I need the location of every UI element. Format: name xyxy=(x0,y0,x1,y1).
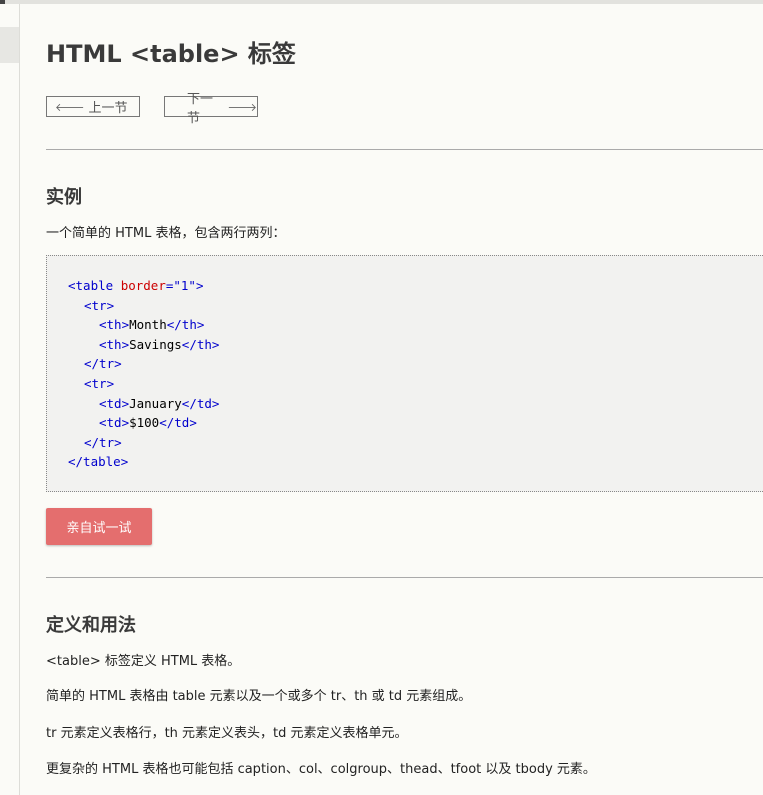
code-line: <th>Savings</th> xyxy=(99,337,220,352)
definition-paragraph: tr 元素定义表格行，th 元素定义表头，td 元素定义表格单元。 xyxy=(46,726,408,741)
prev-section-button[interactable]: 🡐 上一节 xyxy=(46,96,140,117)
top-bar xyxy=(0,0,763,4)
sidebar-toggle[interactable] xyxy=(0,27,19,63)
definition-paragraph: 简单的 HTML 表格由 table 元素以及一个或多个 tr、th 或 td … xyxy=(46,689,472,704)
code-line: <td>$100</td> xyxy=(99,415,197,430)
code-line: <table border="1"> xyxy=(68,278,204,293)
try-it-button[interactable]: 亲自试一试 xyxy=(46,508,152,545)
arrow-right-icon: 🡒 xyxy=(227,100,258,114)
code-line: <th>Month</th> xyxy=(99,317,205,332)
sidebar-divider xyxy=(19,4,20,795)
definition-paragraph: <table> 标签定义 HTML 表格。 xyxy=(46,654,241,669)
code-line: </tr> xyxy=(84,356,122,371)
example-heading: 实例 xyxy=(46,187,82,208)
code-line: <td>January</td> xyxy=(99,396,220,411)
code-line: </table> xyxy=(68,454,129,469)
example-description: 一个简单的 HTML 表格，包含两行两列： xyxy=(46,226,286,241)
divider xyxy=(46,149,763,150)
arrow-left-icon: 🡐 xyxy=(55,100,85,114)
prev-section-label: 上一节 xyxy=(88,101,128,116)
code-line: <tr> xyxy=(84,376,115,391)
page-title: HTML <table> 标签 xyxy=(46,40,296,68)
next-section-label: 下一节 xyxy=(187,91,214,126)
code-line: <tr> xyxy=(84,298,115,313)
next-section-button[interactable]: 下一节 🡒 xyxy=(164,92,258,126)
definition-heading: 定义和用法 xyxy=(46,615,136,636)
top-bar-accent xyxy=(0,0,5,4)
code-line: </tr> xyxy=(84,435,122,450)
code-example: <table border="1"> <tr> <th>Month</th> <… xyxy=(46,255,763,492)
definition-paragraph: 更复杂的 HTML 表格也可能包括 caption、col、colgroup、t… xyxy=(46,762,596,777)
divider xyxy=(46,577,763,578)
